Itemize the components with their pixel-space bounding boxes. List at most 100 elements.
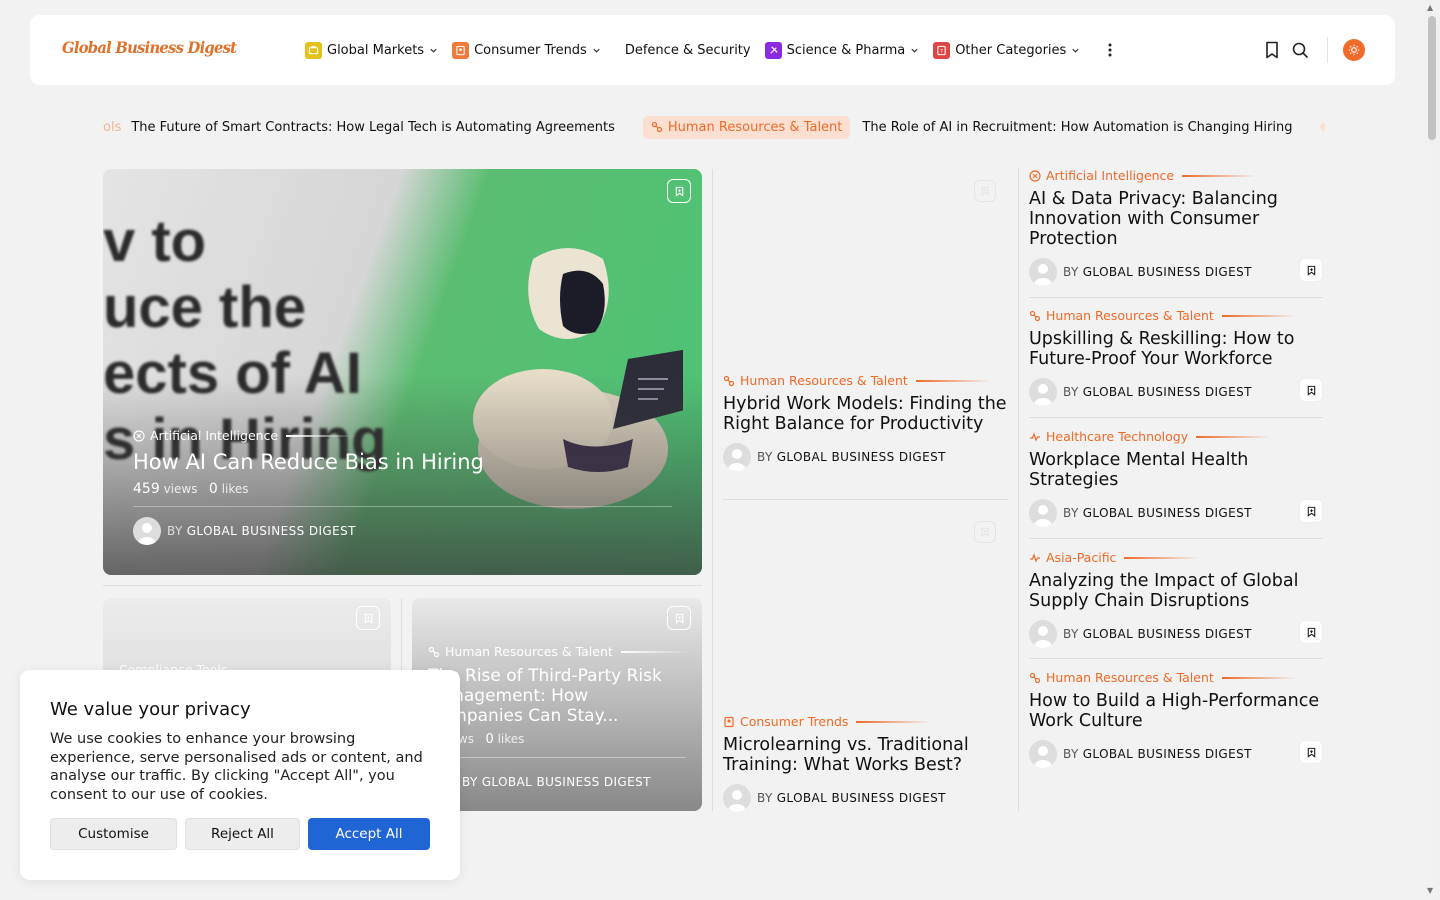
bookmark-button[interactable] xyxy=(1299,620,1323,644)
card-author[interactable]: BY GLOBAL BUSINESS DIGEST xyxy=(1029,499,1323,527)
article-item-supply-chain[interactable]: Asia-Pacific Analyzing the Impact of Glo… xyxy=(1029,550,1323,648)
avatar xyxy=(133,517,161,545)
hero-category[interactable]: Artificial Intelligence xyxy=(133,428,357,443)
by-label: BY xyxy=(167,524,183,538)
bookmark-button[interactable] xyxy=(356,606,380,630)
nav-consumer-trends[interactable]: Consumer Trends xyxy=(452,41,601,59)
bookmark-button[interactable] xyxy=(667,606,691,630)
card-title[interactable]: Workplace Mental Health Strategies xyxy=(1029,450,1323,490)
search-icon[interactable] xyxy=(1290,40,1310,60)
card-author[interactable]: BY GLOBAL BUSINESS DIGEST xyxy=(1029,258,1323,286)
cookie-consent-banner: We value your privacy We use cookies to … xyxy=(20,670,460,880)
chevron-down-icon xyxy=(1072,48,1079,53)
hero-title[interactable]: How AI Can Reduce Bias in Hiring xyxy=(133,450,484,474)
more-menu-icon[interactable] xyxy=(1102,42,1118,58)
main-nav: Global Markets Consumer Trends Defence &… xyxy=(305,15,1118,85)
author-name: GLOBAL BUSINESS DIGEST xyxy=(1082,385,1252,399)
bookmark-button[interactable] xyxy=(1299,258,1323,282)
scroll-down-arrow-icon[interactable]: ▼ xyxy=(1427,886,1433,895)
article-card-hybrid-work[interactable]: Human Resources & Talent Hybrid Work Mod… xyxy=(723,373,1008,471)
bookmark-add-icon xyxy=(675,186,683,197)
card-category[interactable]: Human Resources & Talent xyxy=(1029,670,1323,685)
article-card-microlearning[interactable]: Consumer Trends Microlearning vs. Tradit… xyxy=(723,714,1008,812)
card-title[interactable]: How to Build a High-Performance Work Cul… xyxy=(1029,691,1323,731)
people-link-icon xyxy=(1029,672,1041,683)
nav-science-pharma[interactable]: Science & Pharma xyxy=(764,41,920,59)
card-author[interactable]: BY GLOBAL BUSINESS DIGEST xyxy=(428,768,651,796)
likes-label: likes xyxy=(497,732,525,746)
nav-label: Global Markets xyxy=(327,42,425,58)
card-category[interactable]: Asia-Pacific xyxy=(1029,550,1323,565)
bookmark-button[interactable] xyxy=(974,180,996,202)
ticker-headline[interactable]: The Future of Smart Contracts: How Legal… xyxy=(131,120,615,135)
header-divider xyxy=(1327,37,1328,63)
people-link-icon xyxy=(428,646,440,657)
author-name: GLOBAL BUSINESS DIGEST xyxy=(1082,627,1252,641)
card-author[interactable]: BY GLOBAL BUSINESS DIGEST xyxy=(1029,620,1323,648)
chevron-down-icon xyxy=(593,48,600,53)
section-divider xyxy=(103,585,702,586)
article-item-work-culture[interactable]: Human Resources & Talent How to Build a … xyxy=(1029,670,1323,768)
card-author[interactable]: BY GLOBAL BUSINESS DIGEST xyxy=(723,443,1008,471)
people-link-icon xyxy=(1029,310,1041,321)
categories-icon: ? xyxy=(933,41,951,59)
card-category[interactable]: Human Resources & Talent xyxy=(1029,308,1323,323)
hero-stats: 459 views 0 likes xyxy=(133,481,248,497)
ticker-faded-tag: ols xyxy=(103,119,122,135)
ai-icon xyxy=(1029,169,1041,182)
card-author[interactable]: BY GLOBAL BUSINESS DIGEST xyxy=(723,784,1008,812)
item-divider xyxy=(1029,417,1323,418)
hero-author[interactable]: BY GLOBAL BUSINESS DIGEST xyxy=(133,517,356,545)
avatar xyxy=(723,784,751,812)
card-title[interactable]: Hybrid Work Models: Finding the Right Ba… xyxy=(723,394,1008,434)
hero-gradient-overlay xyxy=(103,375,702,575)
sun-icon xyxy=(1348,44,1360,56)
card-category-label: Asia-Pacific xyxy=(1046,550,1117,565)
by-label: BY xyxy=(1063,627,1079,641)
card-title[interactable]: AI & Data Privacy: Balancing Innovation … xyxy=(1029,189,1323,249)
card-category[interactable]: Human Resources & Talent xyxy=(723,373,1008,388)
nav-other-categories[interactable]: ? Other Categories xyxy=(933,41,1080,59)
svg-text:?: ? xyxy=(940,48,943,54)
views-count: 459 xyxy=(133,481,160,497)
bookmark-button[interactable] xyxy=(1299,740,1323,764)
article-item-ai-privacy[interactable]: Artificial Intelligence AI & Data Privac… xyxy=(1029,168,1323,286)
bookmark-button[interactable] xyxy=(1299,499,1323,523)
category-underline xyxy=(286,434,357,437)
card-author[interactable]: BY GLOBAL BUSINESS DIGEST xyxy=(1029,378,1323,406)
bookmark-button[interactable] xyxy=(1299,378,1323,402)
avatar xyxy=(1029,378,1057,406)
ticker-headline[interactable]: The Role of AI in Recruitment: How Autom… xyxy=(862,120,1292,135)
nav-defence-security[interactable]: Defence & Security xyxy=(625,43,751,58)
hero-bookmark-button[interactable] xyxy=(667,179,691,203)
article-item-mental-health[interactable]: Healthcare Technology Workplace Mental H… xyxy=(1029,429,1323,527)
card-category-label: Artificial Intelligence xyxy=(1046,168,1175,183)
card-title[interactable]: Analyzing the Impact of Global Supply Ch… xyxy=(1029,571,1323,611)
by-label: BY xyxy=(1063,265,1079,279)
scroll-up-arrow-icon[interactable]: ▲ xyxy=(1427,3,1433,12)
bookmark-button[interactable] xyxy=(974,521,996,543)
nav-label: Defence & Security xyxy=(624,42,751,58)
card-author[interactable]: BY GLOBAL BUSINESS DIGEST xyxy=(1029,740,1323,768)
accept-all-button[interactable]: Accept All xyxy=(308,818,430,850)
hero-article-card[interactable]: v touce theects of AIs in Hiring Artific… xyxy=(103,169,702,575)
ticker-category-tag-partial[interactable] xyxy=(1320,123,1325,131)
theme-toggle-button[interactable] xyxy=(1343,39,1365,61)
nav-global-markets[interactable]: Global Markets xyxy=(305,41,438,59)
bookmark-icon[interactable] xyxy=(1262,40,1282,60)
card-category[interactable]: Human Resources & Talent xyxy=(428,644,691,659)
scrollbar-thumb[interactable] xyxy=(1428,16,1436,140)
card-category[interactable]: Artificial Intelligence xyxy=(1029,168,1323,183)
card-title[interactable]: Microlearning vs. Traditional Training: … xyxy=(723,735,1008,775)
card-title[interactable]: The Rise of Third-Party Risk Management:… xyxy=(428,666,688,726)
ticker-category-tag[interactable]: Human Resources & Talent xyxy=(642,115,851,139)
customise-button[interactable]: Customise xyxy=(50,818,177,850)
card-title[interactable]: Upskilling & Reskilling: How to Future-P… xyxy=(1029,329,1323,369)
nav-label: Consumer Trends xyxy=(474,42,587,58)
article-item-upskilling[interactable]: Human Resources & Talent Upskilling & Re… xyxy=(1029,308,1323,406)
site-logo[interactable]: Global Business Digest xyxy=(62,38,237,57)
card-category[interactable]: Healthcare Technology xyxy=(1029,429,1323,444)
ai-icon xyxy=(133,429,145,442)
reject-all-button[interactable]: Reject All xyxy=(185,818,300,850)
card-category[interactable]: Consumer Trends xyxy=(723,714,1008,729)
